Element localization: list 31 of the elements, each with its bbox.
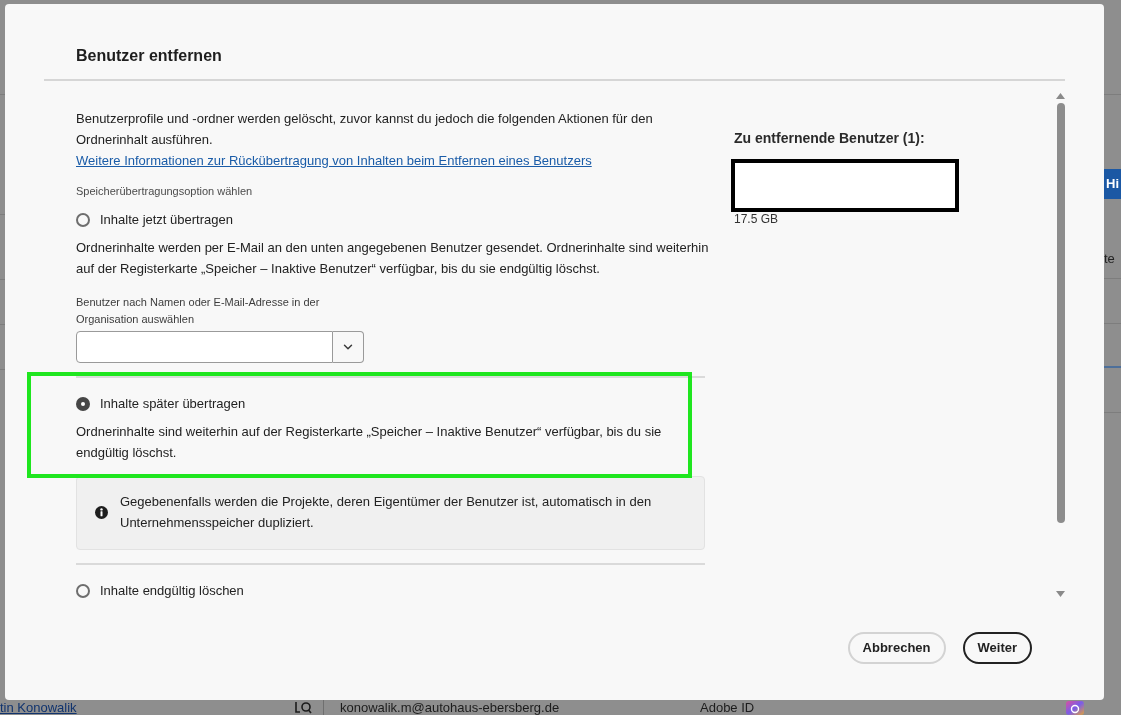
info-icon	[95, 505, 108, 519]
radio-button[interactable]	[76, 213, 90, 227]
column-header-text: te	[1104, 251, 1115, 267]
option-label: Inhalte später übertragen	[100, 395, 246, 413]
dialog-title: Benutzer entfernen	[76, 46, 222, 66]
option-label: Inhalte endgültig löschen	[100, 582, 244, 600]
account-type-text: Adobe ID	[700, 700, 756, 715]
continue-button[interactable]: Weiter	[962, 632, 1032, 664]
scrollbar[interactable]	[1055, 93, 1066, 597]
cancel-button[interactable]: Abbrechen	[847, 632, 946, 664]
triangle-down-icon[interactable]	[1056, 591, 1065, 597]
radio-button[interactable]	[76, 397, 90, 411]
email-text: konowalik.m@autohaus-ebersberg.de	[340, 700, 561, 715]
users-heading: Zu entfernende Benutzer (1):	[734, 129, 925, 148]
intro-text: Benutzerprofile und -ordner werden gelöscht, zuvor kannst du jedoch die folgenden Aktionen für den Ordnerinhalt ausführen.	[76, 110, 654, 149]
option-label: Inhalte jetzt übertragen	[100, 211, 233, 229]
user-name-link[interactable]: tin Konowalik	[0, 700, 90, 715]
option-group-label: Speicherübertragungsoption wählen	[76, 184, 253, 198]
radio-button[interactable]	[76, 584, 90, 598]
option-description: Ordnerinhalte werden per E-Mail an den unten angegebenen Benutzer gesendet. Ordnerinhalte sind weiterhin auf der Registerkarte „Speicher – Inaktive Benutzer“ verfügbar, bis du sie endgültig löschst.	[76, 239, 710, 278]
triangle-up-icon[interactable]	[1056, 93, 1065, 99]
user-input-field[interactable]	[76, 331, 333, 363]
action-button[interactable]: Hi	[1104, 169, 1121, 199]
magnifier-icon	[295, 701, 312, 714]
info-link[interactable]: Weitere Informationen zur Rückübertragung von Inhalten beim Entfernen eines Benutzers	[76, 150, 592, 171]
notice-text: Gegebenenfalls werden die Projekte, deren Eigentümer der Benutzer ist, automatisch in den Unternehmensspeicher dupliziert.	[120, 493, 653, 532]
scrollbar-thumb[interactable]	[1056, 103, 1065, 523]
field-label: Benutzer nach Namen oder E-Mail-Adresse in der Organisation auswählen	[76, 295, 321, 327]
dropdown-button[interactable]	[333, 331, 364, 363]
storage-size: 17.5 GB	[734, 212, 779, 226]
option-description: Ordnerinhalte sind weiterhin auf der Registerkarte „Speicher – Inaktive Benutzer“ verfügbar, bis du sie endgültig löschst.	[76, 423, 663, 462]
